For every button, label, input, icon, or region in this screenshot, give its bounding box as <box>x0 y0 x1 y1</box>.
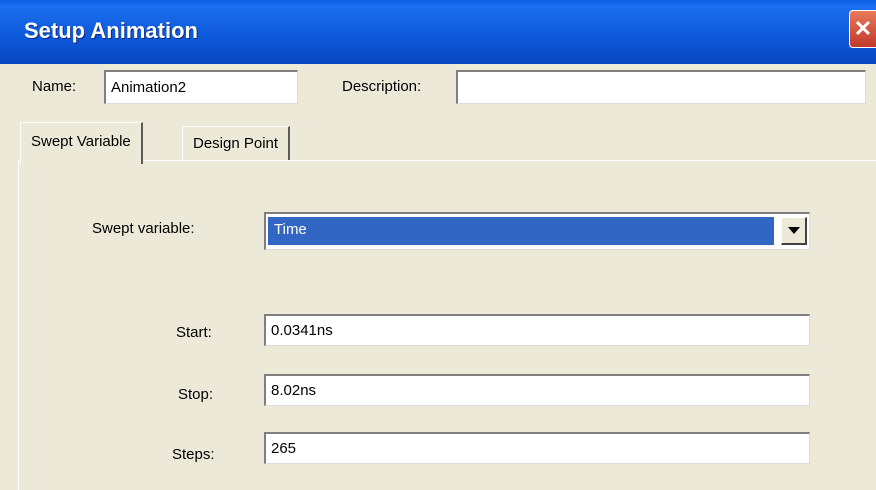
steps-label: Steps: <box>172 446 215 463</box>
name-label: Name: <box>32 78 77 95</box>
close-button[interactable]: ✕ <box>849 10 876 48</box>
steps-field[interactable] <box>264 432 810 464</box>
swept-variable-value: Time <box>268 217 774 245</box>
chevron-down-icon <box>787 227 800 234</box>
title-bar: Setup Animation ✕ <box>0 0 876 64</box>
dropdown-button[interactable] <box>781 217 807 245</box>
start-field[interactable] <box>264 314 810 346</box>
close-icon: ✕ <box>853 16 873 41</box>
description-field[interactable] <box>456 70 866 104</box>
start-label: Start: <box>176 324 212 341</box>
window-title: Setup Animation <box>24 18 198 43</box>
name-field[interactable] <box>104 70 298 104</box>
tab-swept-variable[interactable]: Swept Variable <box>20 122 143 164</box>
tab-label: Swept Variable <box>31 133 131 150</box>
swept-variable-select[interactable]: Time <box>264 212 810 250</box>
tab-label: Design Point <box>193 135 279 152</box>
stop-field[interactable] <box>264 374 810 406</box>
tab-design-point[interactable]: Design Point <box>182 126 291 162</box>
description-label: Description: <box>342 78 422 95</box>
swept-variable-label: Swept variable: <box>92 220 195 237</box>
stop-label: Stop: <box>178 386 214 403</box>
